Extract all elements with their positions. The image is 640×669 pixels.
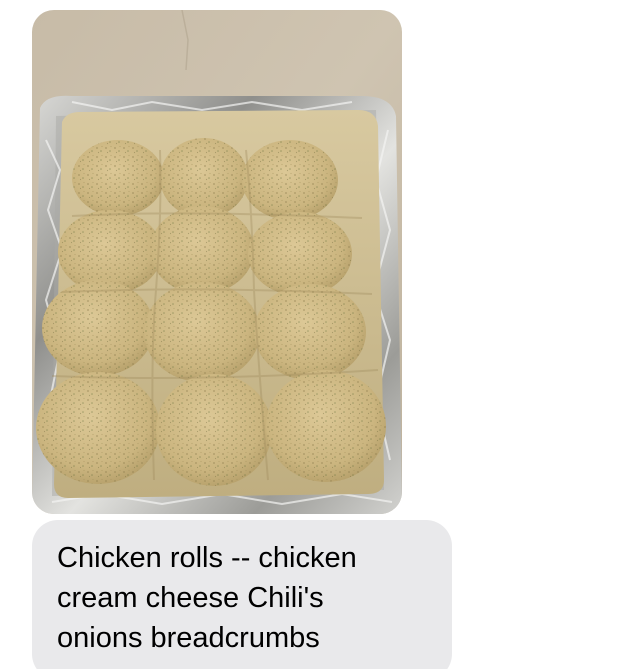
received-message-bubble[interactable]: Chicken rolls -- chicken cream cheese Ch… xyxy=(32,520,452,669)
message-text: Chicken rolls -- chicken cream cheese Ch… xyxy=(57,542,357,654)
chicken-rolls-photo xyxy=(32,10,402,514)
chicken-rolls xyxy=(36,138,386,486)
message-thread: Chicken rolls -- chicken cream cheese Ch… xyxy=(0,0,640,669)
photo-message[interactable] xyxy=(32,10,402,514)
